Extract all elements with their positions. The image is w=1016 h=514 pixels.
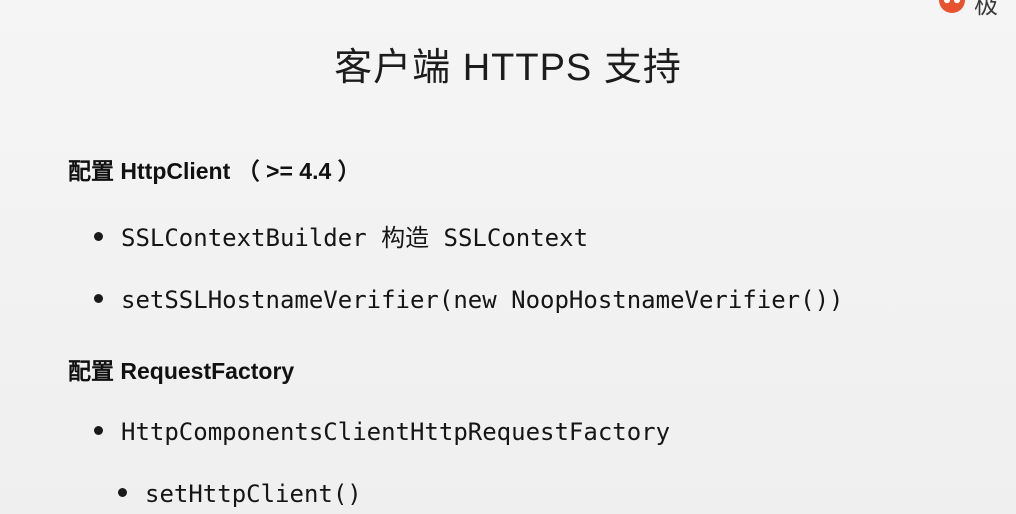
bullet-item: SSLContextBuilder 构造 SSLContext bbox=[94, 218, 588, 253]
slide: 极 客户端 HTTPS 支持 配置 HttpClient （ >= 4.4 ） … bbox=[0, 0, 1016, 514]
bullet-item: HttpComponentsClientHttpRequestFactory bbox=[94, 418, 670, 446]
section-heading-requestfactory: 配置 RequestFactory bbox=[68, 358, 295, 384]
bullet-text: SSLContextBuilder 构造 SSLContext bbox=[121, 224, 589, 252]
bullet-text: HttpComponentsClientHttpRequestFactory bbox=[121, 418, 671, 446]
bullet-item: setSSLHostnameVerifier(new NoopHostnameV… bbox=[94, 286, 843, 314]
brand-logo: 极 bbox=[934, 0, 1016, 20]
slide-title: 客户端 HTTPS 支持 bbox=[334, 47, 682, 89]
bullet-dot bbox=[94, 293, 103, 303]
brand-logo-icon: 极 bbox=[939, 0, 998, 19]
bullet-text: setHttpClient() bbox=[145, 480, 362, 508]
brand-logo-text: 极 bbox=[974, 0, 998, 19]
sub-bullet-item: setHttpClient() bbox=[118, 480, 362, 508]
bullet-dot bbox=[94, 425, 103, 435]
bullet-text: setSSLHostnameVerifier(new NoopHostnameV… bbox=[121, 286, 844, 314]
bullet-dot bbox=[94, 231, 103, 241]
section-heading-httpclient: 配置 HttpClient （ >= 4.4 ） bbox=[68, 158, 361, 184]
bullet-dot bbox=[118, 487, 127, 497]
